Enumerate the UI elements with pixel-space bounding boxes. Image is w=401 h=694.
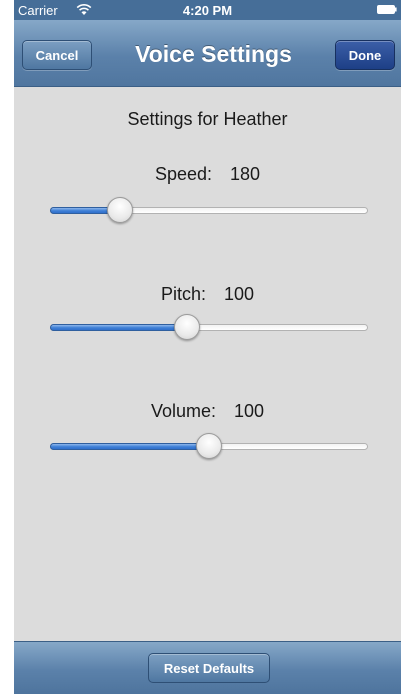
- volume-value: 100: [234, 401, 265, 421]
- volume-label: Volume:: [150, 401, 216, 421]
- page-title: Voice Settings: [135, 41, 292, 67]
- cancel-button[interactable]: Cancel: [22, 40, 92, 70]
- speed-label: Speed:: [154, 164, 212, 184]
- pitch-label-row: Pitch: 100: [14, 284, 401, 305]
- speed-slider-thumb[interactable]: [106, 197, 133, 223]
- reset-defaults-button[interactable]: Reset Defaults: [148, 653, 270, 683]
- volume-slider-thumb[interactable]: [196, 433, 222, 459]
- settings-heading: Settings for Heather: [127, 109, 288, 129]
- battery-icon: [377, 5, 397, 14]
- bottom-toolbar: Reset Defaults: [14, 641, 401, 694]
- status-bar: Carrier 4:20 PM: [14, 0, 401, 20]
- speed-slider[interactable]: [50, 195, 368, 225]
- speed-label-row: Speed: 180: [14, 164, 401, 185]
- volume-slider[interactable]: [50, 431, 368, 461]
- pitch-label: Pitch:: [160, 284, 206, 304]
- done-button[interactable]: Done: [335, 40, 395, 70]
- pitch-slider-fill: [50, 324, 187, 331]
- volume-slider-fill: [50, 443, 209, 450]
- navigation-bar: Cancel Voice Settings Done: [14, 20, 401, 87]
- pitch-slider[interactable]: [50, 312, 368, 342]
- volume-label-row: Volume: 100: [14, 401, 401, 422]
- status-time: 4:20 PM: [182, 3, 233, 18]
- pitch-value: 100: [223, 284, 255, 304]
- voice-settings-screen: Carrier 4:20 PM Cancel Voice Settings Do…: [14, 0, 401, 694]
- speed-value: 180: [230, 164, 261, 184]
- pitch-slider-thumb[interactable]: [173, 314, 200, 340]
